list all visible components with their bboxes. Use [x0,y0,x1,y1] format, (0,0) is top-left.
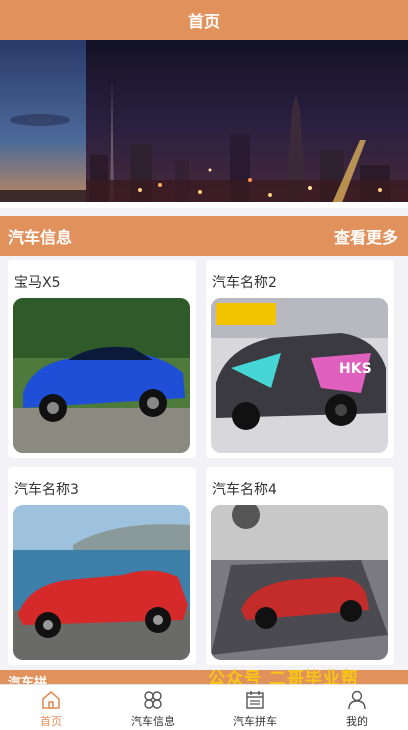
car-grid: 宝马X5 汽车名称2 HKS 汽车名称3 汽车名称4 [0,256,408,676]
car-photo [211,505,388,660]
car-name: 宝马X5 [14,275,61,291]
car-card[interactable]: 汽车名称4 [206,467,394,665]
car-card[interactable]: 宝马X5 [8,260,196,458]
car-name: 汽车名称3 [14,482,79,498]
banner-city-night-image [0,40,408,208]
navbar: 首页 [0,0,408,40]
tab-label: 我的 [346,715,368,728]
tab-mine[interactable]: 我的 [306,685,408,730]
person-icon [348,690,366,710]
tab-car-info[interactable]: 汽车信息 [102,685,204,730]
car-photo [13,298,190,453]
tab-carpool[interactable]: 汽车拼车 [204,685,306,730]
red-convertible-seaside-image [13,505,190,660]
view-more-link[interactable]: 查看更多 [334,224,398,248]
red-convertible-platform-image [211,505,388,660]
clover-icon [144,691,162,709]
blue-sports-car-image [13,298,190,453]
car-card[interactable]: 汽车名称3 [8,467,196,665]
tab-home[interactable]: 首页 [0,685,102,730]
calendar-icon [246,691,264,709]
section-header-car-info: 汽车信息 查看更多 [0,216,408,256]
car-photo [13,505,190,660]
car-photo: HKS [211,298,388,453]
tab-label: 汽车信息 [131,715,175,728]
tab-label: 首页 [40,715,62,728]
bottom-tab-bar: 首页 汽车信息 汽车拼车 我的 [0,684,408,730]
wrapped-race-car-image: HKS [211,298,388,453]
svg-text:HKS: HKS [339,361,372,377]
section-title: 汽车信息 [8,228,73,247]
car-name: 汽车名称2 [212,275,277,291]
tab-label: 汽车拼车 [233,715,277,728]
home-icon [42,690,60,709]
car-name: 汽车名称4 [212,482,277,498]
car-card[interactable]: 汽车名称2 HKS [206,260,394,458]
page-title: 首页 [187,12,220,31]
banner-carousel[interactable] [0,40,408,208]
